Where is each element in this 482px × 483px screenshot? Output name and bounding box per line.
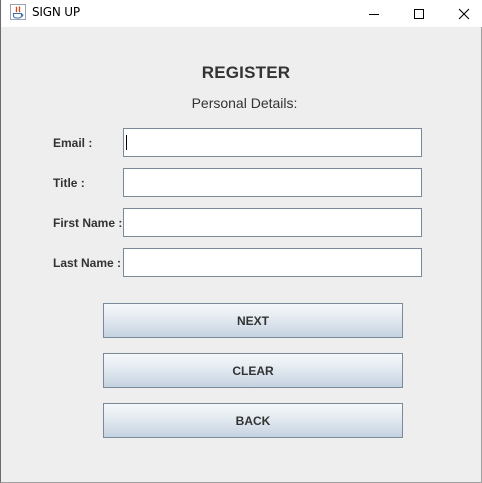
signup-window: SIGN UP REGISTER Personal Details: Email… [0,0,482,483]
close-button[interactable] [441,0,482,27]
email-field[interactable] [123,128,422,157]
title-bar[interactable]: SIGN UP [1,0,482,27]
window-title: SIGN UP [32,5,80,19]
text-caret [126,135,127,150]
java-app-icon [10,4,26,20]
first-name-label: First Name : [53,216,123,230]
close-icon [458,8,470,19]
maximize-icon [414,8,424,19]
register-heading: REGISTER [201,63,291,82]
email-label: Email : [53,136,93,150]
last-name-label: Last Name : [53,256,122,270]
back-button[interactable]: BACK [103,403,403,438]
personal-details-subheading: Personal Details: [191,95,298,111]
minimize-button[interactable] [351,0,397,27]
next-button[interactable]: NEXT [103,303,403,338]
maximize-button[interactable] [396,0,442,27]
minimize-icon [369,13,379,15]
title-field[interactable] [123,168,422,197]
first-name-field[interactable] [123,208,422,237]
title-label: Title : [53,176,85,190]
clear-button[interactable]: CLEAR [103,353,403,388]
last-name-field[interactable] [123,248,422,277]
